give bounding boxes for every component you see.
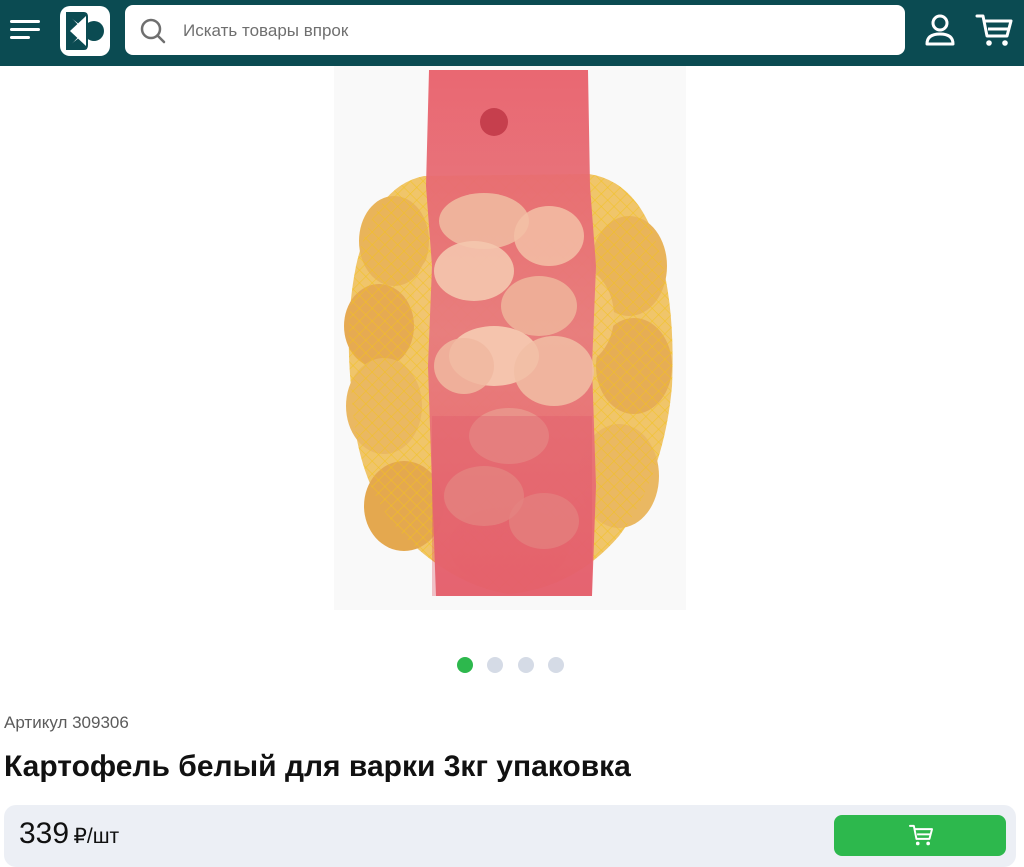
search-icon[interactable] (139, 17, 167, 45)
price-unit: ₽/шт (73, 825, 120, 848)
user-icon[interactable] (922, 12, 958, 48)
search-input[interactable] (181, 5, 885, 57)
gallery-pagination (457, 657, 577, 673)
gallery-dot-4[interactable] (548, 657, 564, 673)
cart-icon[interactable] (974, 10, 1014, 50)
gallery-dot-2[interactable] (487, 657, 503, 673)
product-sku: Артикул 309306 (4, 713, 129, 732)
product-title: Картофель белый для варки 3кг упаковка (4, 750, 631, 783)
search-box (125, 5, 905, 57)
add-to-cart-button[interactable] (834, 815, 1006, 856)
gallery-dot-1[interactable] (457, 657, 473, 673)
price: 339 ₽/шт (19, 817, 119, 851)
price-value: 339 (19, 817, 70, 850)
cart-icon (908, 824, 934, 846)
menu-icon[interactable] (10, 16, 42, 44)
product-image (334, 66, 686, 610)
top-header (0, 0, 1024, 66)
store-logo[interactable] (60, 6, 110, 56)
logo-mark-icon (66, 12, 104, 50)
gallery-dot-3[interactable] (518, 657, 534, 673)
price-bar: 339 ₽/шт (4, 805, 1016, 867)
